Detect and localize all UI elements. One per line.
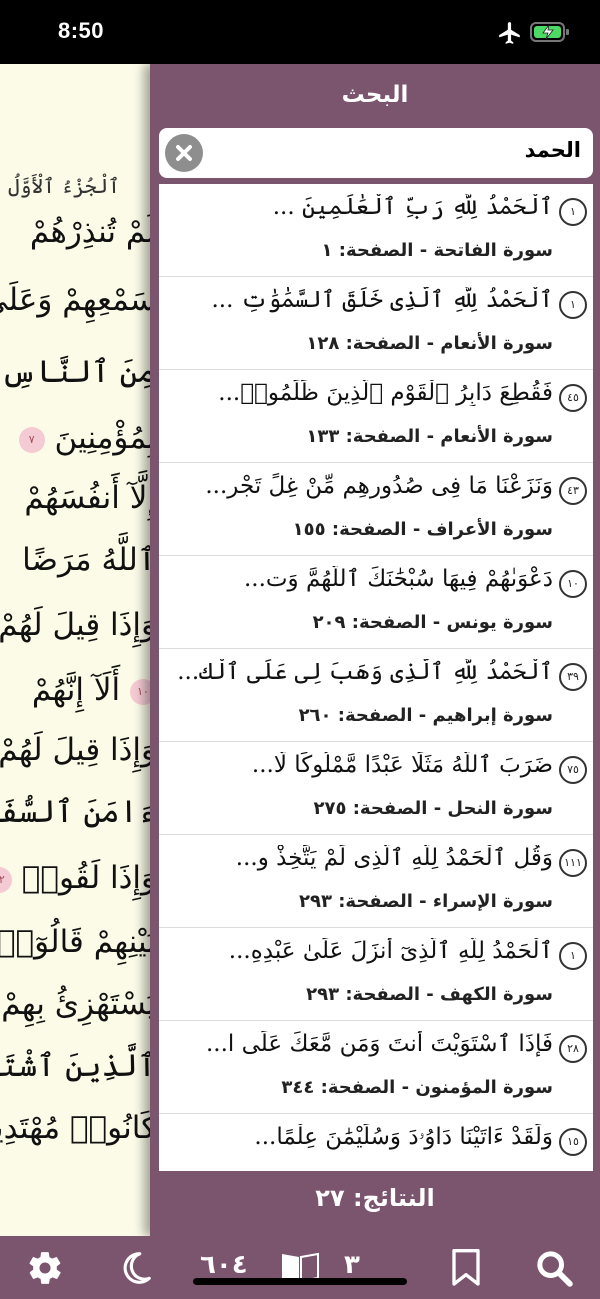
result-ayah: فَقُطِعَ دَابِرُ ٱلْقَوْمِ ٱلَّذِينَ ظَل… (218, 380, 553, 406)
result-meta: سورة الأنعام - الصفحة: ١٣٣ (306, 426, 553, 447)
airplane-icon (499, 22, 520, 44)
result-row[interactable]: ١ ٱلْحَمْدُ لِلَّهِ رَبِّ ٱلْعَٰلَمِينَ … (159, 184, 593, 277)
quran-line: مِنَ ٱلنَّاسِ (0, 354, 156, 390)
result-row[interactable]: ٣٩ ٱلْحَمْدُ لِلَّهِ ٱلَّذِى وَهَبَ لِى … (159, 649, 593, 742)
result-meta: سورة النحل - الصفحة: ٢٧٥ (313, 798, 553, 819)
quran-line: بَيْنِهِمْ قَالُوٓا۟ إِنَّا (0, 924, 156, 960)
quran-line: وَإِذَا قِيلَ لَهُمْ (0, 607, 156, 643)
quran-line-with-marker: بِمُؤْمِنِينَ ٧ (18, 420, 156, 456)
quran-line: إِلَّآ أَنفُسَهُمْ (24, 480, 156, 516)
result-row[interactable]: ٤٥ فَقُطِعَ دَابِرُ ٱلْقَوْمِ ٱلَّذِينَ … (159, 370, 593, 463)
result-meta: سورة الكهف - الصفحة: ٢٩٣ (306, 984, 553, 1005)
quran-line-text: أَلَآ إِنَّهُمْ (31, 672, 121, 708)
result-ayah: دَعْوَىٰهُمْ فِيهَا سُبْحَٰنَكَ ٱللَّهُم… (243, 566, 553, 592)
quran-line-text: وَإِذَا لَقُوا۟ (21, 860, 156, 896)
search-input[interactable]: الحمد (159, 128, 593, 178)
panel-title: البحث (341, 82, 409, 108)
result-row[interactable]: ١١١ وَقُلِ ٱلْحَمْدُ لِلَّهِ ٱلَّذِى لَم… (159, 835, 593, 928)
status-bar: 8:50 (0, 0, 600, 64)
result-ayah: ضَرَبَ ٱللَّهُ مَثَلًا عَبْدًا مَّمْلُوك… (251, 752, 553, 778)
verse-number-badge: ١٥ (559, 1128, 587, 1156)
result-meta: سورة الأعراف - الصفحة: ١٥٥ (292, 519, 553, 540)
bottom-toolbar: ٦٠٤ ٣ (0, 1236, 600, 1299)
quran-line: ٱللَّهُ مَرَضًا (22, 542, 156, 578)
quran-line: ٱلَّذِينَ ٱشْتَرَوُا۟ (0, 1048, 156, 1084)
search-icon[interactable] (534, 1248, 574, 1288)
result-ayah: وَقُلِ ٱلْحَمْدُ لِلَّهِ ٱلَّذِى لَمْ يَ… (235, 845, 553, 871)
quran-page[interactable]: ٱلْجُزْءُ ٱلْأَوَّلُ لَمْ تُنذِرْهُمْ سَ… (0, 64, 160, 1236)
verse-number-badge: ٤٣ (559, 477, 587, 505)
search-panel: البحث الحمد ١ ٱلْحَمْدُ لِلَّهِ رَبِّ ٱل… (150, 64, 600, 1236)
quran-line: ءَامَنَ ٱلسُّفَهَآءُ (0, 794, 156, 830)
home-indicator[interactable] (193, 1278, 407, 1285)
verse-marker: ٧ (18, 426, 45, 453)
verse-marker: ١٢ (0, 866, 12, 893)
quran-line: سَمْعِهِمْ وَعَلَىٰ (0, 282, 156, 318)
settings-icon[interactable] (26, 1249, 64, 1287)
result-ayah: ٱلْحَمْدُ لِلَّهِ رَبِّ ٱلْعَٰلَمِينَ ..… (272, 194, 553, 220)
results-list[interactable]: ١ ٱلْحَمْدُ لِلَّهِ رَبِّ ٱلْعَٰلَمِينَ … (159, 184, 593, 1171)
quran-line-with-marker: كَانُوا۟ مُهْتَدِينَ ١٥ (0, 1110, 156, 1146)
verse-number-badge: ١ (559, 198, 587, 226)
result-row[interactable]: ٧٥ ضَرَبَ ٱللَّهُ مَثَلًا عَبْدًا مَّمْل… (159, 742, 593, 835)
status-time: 8:50 (58, 18, 105, 43)
result-meta: سورة الأنعام - الصفحة: ١٢٨ (306, 333, 553, 354)
result-ayah: وَلَقَدْ ءَاتَيْنَا دَاوُۥدَ وَسُلَيْمَٰ… (254, 1124, 553, 1150)
results-count: النتائج: ٢٧ (315, 1184, 435, 1212)
verse-number-badge: ٣٩ (559, 663, 587, 691)
result-meta: سورة الإسراء - الصفحة: ٢٩٣ (298, 891, 553, 912)
result-meta: سورة الفاتحة - الصفحة: ١ (321, 240, 553, 261)
quran-line-with-marker: ١٠ أَلَآ إِنَّهُمْ (32, 672, 156, 708)
result-row[interactable]: ١٥ وَلَقَدْ ءَاتَيْنَا دَاوُۥدَ وَسُلَيْ… (159, 1114, 593, 1171)
verse-number-badge: ١٠ (559, 570, 587, 598)
result-meta: سورة يونس - الصفحة: ٢٠٩ (312, 612, 553, 633)
result-meta: سورة المؤمنون - الصفحة: ٣٤٤ (281, 1077, 553, 1098)
result-meta: سورة إبراهيم - الصفحة: ٢٦٠ (298, 705, 553, 726)
verse-number-badge: ١ (559, 942, 587, 970)
battery-charging-icon (530, 22, 569, 42)
quran-line: يَسْتَهْزِئُ بِهِمْ (1, 986, 156, 1022)
result-ayah: فَإِذَا ٱسْتَوَيْتَ أَنتَ وَمَن مَّعَكَ … (206, 1031, 553, 1057)
quran-line-text: بِمُؤْمِنِينَ (54, 420, 156, 456)
quran-line: وَإِذَا قِيلَ لَهُمْ (0, 732, 156, 768)
quran-line-with-marker: وَإِذَا لَقُوا۟ ١٢ (0, 860, 156, 896)
result-row[interactable]: ١ ٱلْحَمْدُ لِلَّهِ ٱلَّذِىٓ أَنزَلَ عَل… (159, 928, 593, 1021)
result-ayah: ٱلْحَمْدُ لِلَّهِ ٱلَّذِى وَهَبَ لِى عَل… (177, 659, 553, 685)
current-juz[interactable]: ٣ (344, 1250, 360, 1280)
result-row[interactable]: ٤٣ وَنَزَعْنَا مَا فِى صُدُورِهِم مِّنْ … (159, 463, 593, 556)
clear-icon (176, 145, 192, 161)
result-row[interactable]: ١٠ دَعْوَىٰهُمْ فِيهَا سُبْحَٰنَكَ ٱللَّ… (159, 556, 593, 649)
verse-number-badge: ٢٨ (559, 1035, 587, 1063)
page-number[interactable]: ٦٠٤ (200, 1250, 248, 1280)
night-mode-icon[interactable] (116, 1248, 154, 1288)
result-ayah: وَنَزَعْنَا مَا فِى صُدُورِهِم مِّنْ غِل… (205, 473, 553, 499)
bookmark-icon[interactable] (450, 1248, 482, 1288)
result-ayah: ٱلْحَمْدُ لِلَّهِ ٱلَّذِىٓ أَنزَلَ عَلَى… (228, 938, 553, 964)
clear-search-button[interactable] (165, 134, 203, 172)
verse-number-badge: ٧٥ (559, 756, 587, 784)
quran-line: لَمْ تُنذِرْهُمْ (29, 214, 156, 250)
result-ayah: ٱلْحَمْدُ لِلَّهِ ٱلَّذِى خَلَقَ ٱلسَّمَ… (211, 287, 554, 313)
quran-line-text: كَانُوا۟ مُهْتَدِينَ (0, 1110, 156, 1146)
result-row[interactable]: ١ ٱلْحَمْدُ لِلَّهِ ٱلَّذِى خَلَقَ ٱلسَّ… (159, 277, 593, 370)
verse-number-badge: ١١١ (559, 849, 587, 877)
result-row[interactable]: ٢٨ فَإِذَا ٱسْتَوَيْتَ أَنتَ وَمَن مَّعَ… (159, 1021, 593, 1114)
search-query: الحمد (524, 138, 581, 162)
verse-number-badge: ١ (559, 291, 587, 319)
verse-number-badge: ٤٥ (559, 384, 587, 412)
juz-label: ٱلْجُزْءُ ٱلْأَوَّلُ (8, 174, 120, 198)
